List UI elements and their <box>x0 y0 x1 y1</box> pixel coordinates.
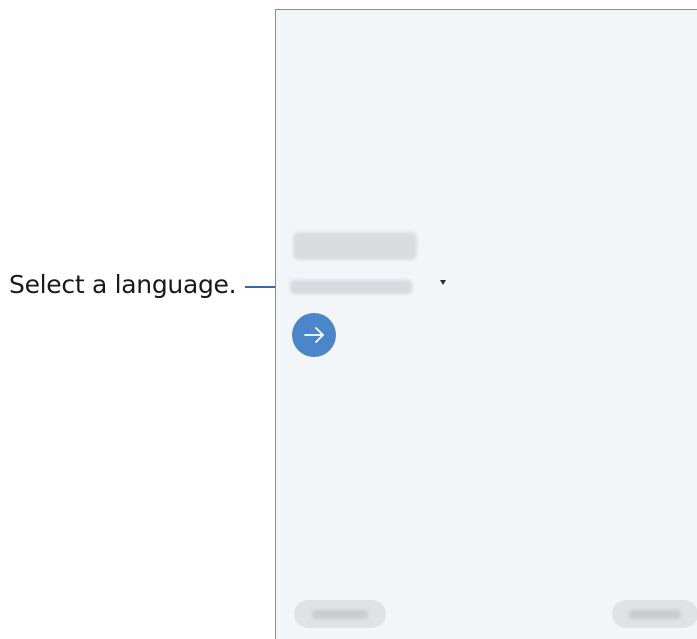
welcome-title-blurred <box>293 232 417 260</box>
bottom-left-button-blurred[interactable] <box>294 600 386 628</box>
arrow-right-icon <box>304 327 324 343</box>
phone-screen <box>275 9 697 639</box>
bottom-right-button-label-blurred <box>629 609 681 619</box>
caret-down-icon <box>440 280 446 285</box>
screenshot-stage: Select a language. <box>0 0 697 639</box>
next-button[interactable] <box>292 313 336 357</box>
bottom-left-button-label-blurred <box>312 609 368 619</box>
bottom-right-button-blurred[interactable] <box>612 600 697 628</box>
callout-label: Select a language. <box>9 270 237 299</box>
language-select-value-blurred <box>290 280 412 294</box>
language-select[interactable] <box>290 276 450 298</box>
